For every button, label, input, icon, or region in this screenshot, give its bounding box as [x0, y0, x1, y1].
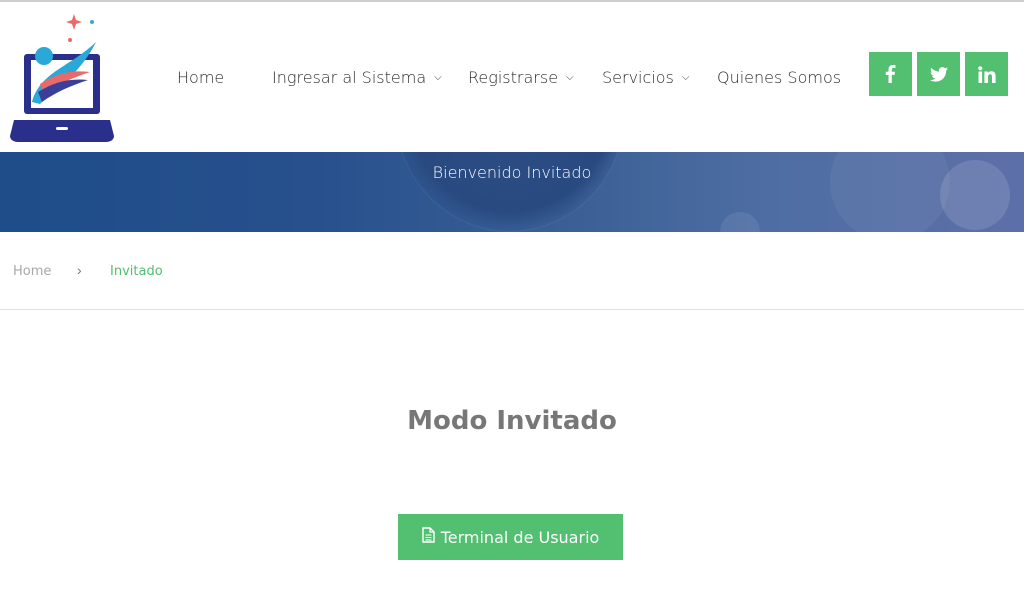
site-logo[interactable]	[10, 12, 120, 144]
nav-ingresar[interactable]: Ingresar al Sistema ⌵	[272, 68, 442, 87]
site-header: Home Ingresar al Sistema ⌵ Registrarse ⌵ S…	[0, 2, 1024, 152]
facebook-button[interactable]	[869, 52, 912, 96]
nav-home-label: Home	[177, 68, 225, 87]
linkedin-button[interactable]	[965, 52, 1008, 96]
banner-title: Bienvenido Invitado	[432, 163, 592, 182]
facebook-icon	[885, 65, 895, 83]
nav-quienes-somos[interactable]: Quienes Somos	[717, 68, 841, 87]
breadcrumb-separator: ›	[77, 262, 82, 278]
twitter-icon	[929, 66, 948, 82]
nav-registrarse-label: Registrarse	[468, 68, 559, 87]
chevron-down-icon: ⌵	[566, 72, 574, 83]
nav-servicios[interactable]: Servicios ⌵	[602, 68, 689, 87]
nav-ingresar-label: Ingresar al Sistema	[272, 68, 427, 87]
nav-servicios-label: Servicios	[602, 68, 674, 87]
twitter-button[interactable]	[917, 52, 960, 96]
nav-quienes-somos-label: Quienes Somos	[717, 68, 842, 87]
welcome-banner: Bienvenido Invitado	[0, 152, 1024, 232]
terminal-de-usuario-label: Terminal de Usuario	[440, 527, 600, 547]
nav-home[interactable]: Home	[177, 68, 224, 87]
breadcrumb-home[interactable]: Home	[13, 264, 51, 279]
laptop-logo-icon	[10, 14, 114, 142]
terminal-de-usuario-button[interactable]: Terminal de Usuario	[398, 514, 623, 560]
chevron-down-icon: ⌵	[434, 72, 442, 83]
page-title: Modo Invitado	[407, 406, 617, 436]
breadcrumb: Home › Invitado	[0, 232, 1024, 310]
chevron-down-icon: ⌵	[681, 72, 690, 83]
document-icon	[422, 527, 435, 547]
breadcrumb-current: Invitado	[110, 264, 163, 279]
linkedin-icon	[977, 65, 996, 83]
nav-registrarse[interactable]: Registrarse ⌵	[468, 68, 574, 87]
banner-decoration	[720, 212, 760, 232]
